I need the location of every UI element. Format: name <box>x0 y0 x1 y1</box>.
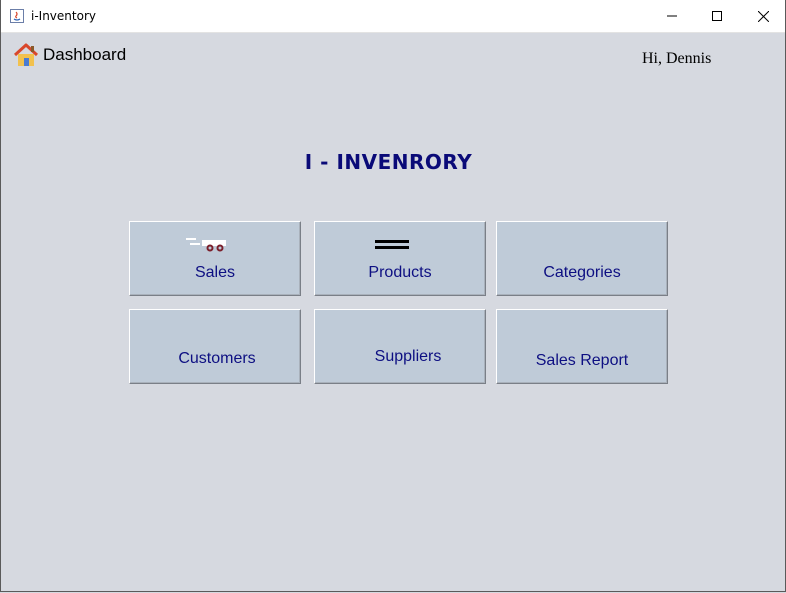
window-frame <box>0 0 786 592</box>
sales-button[interactable]: Sales <box>129 221 301 296</box>
products-label: Products <box>368 264 432 281</box>
sales-report-label: Sales Report <box>535 352 629 369</box>
suppliers-button[interactable]: Suppliers <box>314 309 486 384</box>
title-bar: i-Inventory <box>0 0 786 33</box>
close-icon <box>757 10 769 22</box>
window-title: i-Inventory <box>31 9 96 23</box>
maximize-button[interactable] <box>694 0 740 32</box>
customers-label: Customers <box>178 350 256 367</box>
menu-bars-icon <box>375 240 409 249</box>
customers-button[interactable]: Customers <box>129 309 301 384</box>
sales-label: Sales <box>194 264 236 281</box>
delivery-truck-icon <box>186 238 226 252</box>
dashboard-link[interactable]: Dashboard <box>13 42 126 68</box>
dashboard-label: Dashboard <box>43 45 127 64</box>
minimize-icon <box>667 15 677 17</box>
categories-label: Categories <box>543 264 621 281</box>
minimize-button[interactable] <box>649 0 695 32</box>
home-icon <box>13 43 39 66</box>
page-title: I - INVENRORY <box>304 150 473 174</box>
categories-button[interactable]: Categories <box>496 221 668 296</box>
maximize-icon <box>712 11 722 21</box>
user-greeting: Hi, Dennis <box>642 50 712 67</box>
suppliers-label: Suppliers <box>374 348 442 365</box>
java-app-icon <box>10 9 24 23</box>
products-button[interactable]: Products <box>314 221 486 296</box>
sales-report-button[interactable]: Sales Report <box>496 309 668 384</box>
close-button[interactable] <box>740 0 786 32</box>
